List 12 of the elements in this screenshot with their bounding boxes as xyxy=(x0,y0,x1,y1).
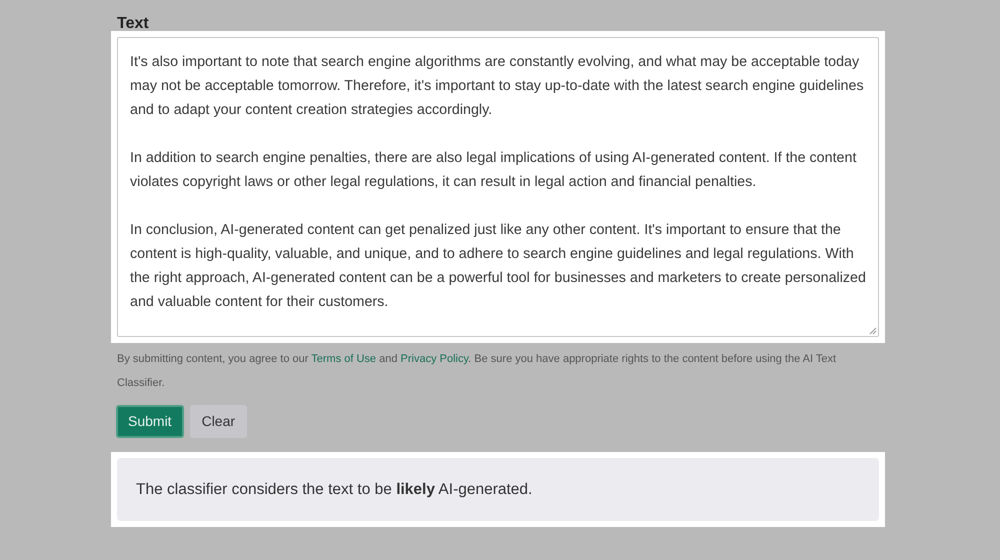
resize-handle-icon[interactable] xyxy=(869,327,877,335)
field-label: Text xyxy=(117,14,149,34)
clear-button[interactable]: Clear xyxy=(190,405,248,438)
text-paragraph: In addition to search engine penalties, there are also legal implications of using AI-generated content. If the content violates copyright laws or other legal regulations, it can result in legal action and financial penalties. xyxy=(130,149,858,192)
submit-button[interactable]: Submit xyxy=(116,405,184,438)
text-input-field[interactable] xyxy=(117,37,879,337)
text-paragraph: In conclusion, AI-generated content can get penalized just like any other content. It's important to ensure that the content is high-quality, valuable, and unique, and to adhere to search engine guidelines and legal regulations. With the right approach, AI-generated content can be a powerful tool for businesses and marketers to create personalized and valuable content for their customers. xyxy=(130,221,866,312)
policy-link[interactable]: Privacy Policy xyxy=(400,353,468,365)
result-text: The classifier considers the text to be likely AI-generated. xyxy=(136,480,532,500)
disclaimer-text: By submitting content, you agree to our Terms of Use and Privacy Policy. Be sure you have appropriate rights to the content before using the AI Text Classifier. xyxy=(117,352,838,391)
policy-link[interactable]: Terms of Use xyxy=(311,353,376,365)
text-paragraph: It's also important to note that search engine algorithms are constantly evolving, and what may be acceptable today may not be acceptable tomorrow. Therefore, it's important to stay up-to-date with the latest search engine guidelines and to adapt your content creation strategies accordingly. xyxy=(130,53,865,120)
